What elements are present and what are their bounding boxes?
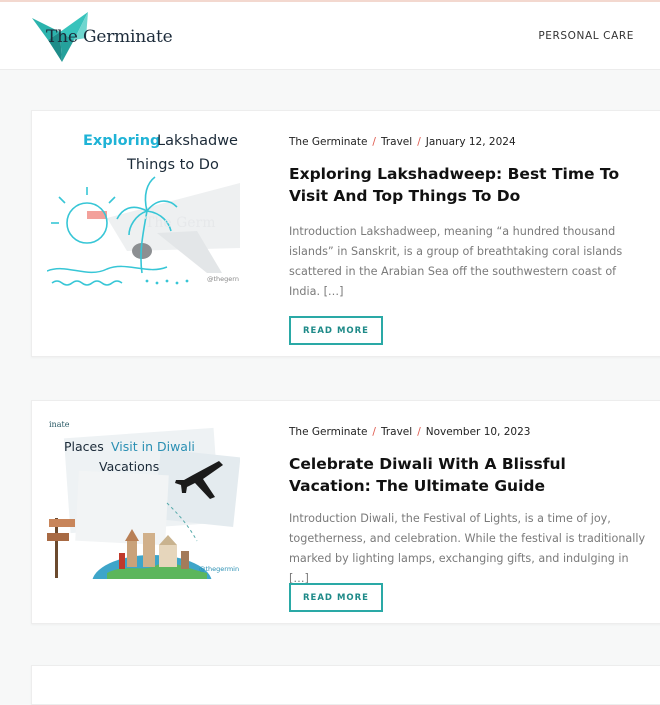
site-logo[interactable]: The Germinate: [30, 10, 173, 64]
post-date: January 12, 2024: [425, 136, 516, 148]
svg-text:Visit in Diwali: Visit in Diwali: [111, 439, 195, 454]
post-title[interactable]: Exploring Lakshadweep: Best Time To Visi…: [289, 163, 649, 207]
diwali-illustration: inate Places Visit in Diwali Vacations @…: [47, 413, 240, 579]
post-excerpt: Introduction Diwali, the Festival of Lig…: [289, 512, 646, 585]
meta-separator: /: [372, 136, 376, 148]
svg-text:Vacations: Vacations: [99, 459, 159, 474]
post-meta: The Germinate / Travel / January 12, 2024: [289, 136, 516, 148]
meta-separator: /: [417, 136, 421, 148]
post-category[interactable]: Travel: [381, 426, 412, 438]
read-more-button[interactable]: READ MORE: [289, 316, 383, 345]
svg-text:Places: Places: [64, 439, 104, 454]
post-thumbnail[interactable]: The Germ Exploring Lakshadwe Things to D…: [47, 123, 240, 289]
svg-text:Things to Do: Things to Do: [126, 157, 219, 173]
svg-text:Exploring: Exploring: [83, 133, 160, 149]
post-card: inate Places Visit in Diwali Vacations @…: [31, 400, 660, 624]
post-excerpt: Introduction Lakshadweep, meaning “a hun…: [289, 225, 623, 298]
svg-text:inate: inate: [49, 420, 70, 429]
post-author[interactable]: The Germinate: [289, 426, 367, 438]
post-author[interactable]: The Germinate: [289, 136, 367, 148]
meta-separator: /: [372, 426, 376, 438]
post-title[interactable]: Celebrate Diwali With A Blissful Vacatio…: [289, 453, 649, 497]
meta-separator: /: [417, 426, 421, 438]
svg-text:@thegermin: @thegermin: [199, 565, 239, 573]
lakshadweep-illustration: The Germ Exploring Lakshadwe Things to D…: [47, 123, 240, 289]
post-card: [31, 665, 660, 705]
logo-text: The Germinate: [46, 27, 173, 47]
post-meta: The Germinate / Travel / November 10, 2023: [289, 426, 530, 438]
site-header: The Germinate PERSONAL CARE: [0, 2, 660, 70]
read-more-button[interactable]: READ MORE: [289, 583, 383, 612]
svg-text:The Germ: The Germ: [145, 215, 216, 231]
svg-text:Lakshadwe: Lakshadwe: [157, 133, 238, 149]
post-date: November 10, 2023: [425, 426, 531, 438]
post-thumbnail[interactable]: inate Places Visit in Diwali Vacations @…: [47, 413, 240, 579]
nav-personal-care[interactable]: PERSONAL CARE: [538, 30, 634, 42]
svg-text:@thegern: @thegern: [207, 275, 239, 283]
post-card: The Germ Exploring Lakshadwe Things to D…: [31, 110, 660, 357]
post-category[interactable]: Travel: [381, 136, 412, 148]
